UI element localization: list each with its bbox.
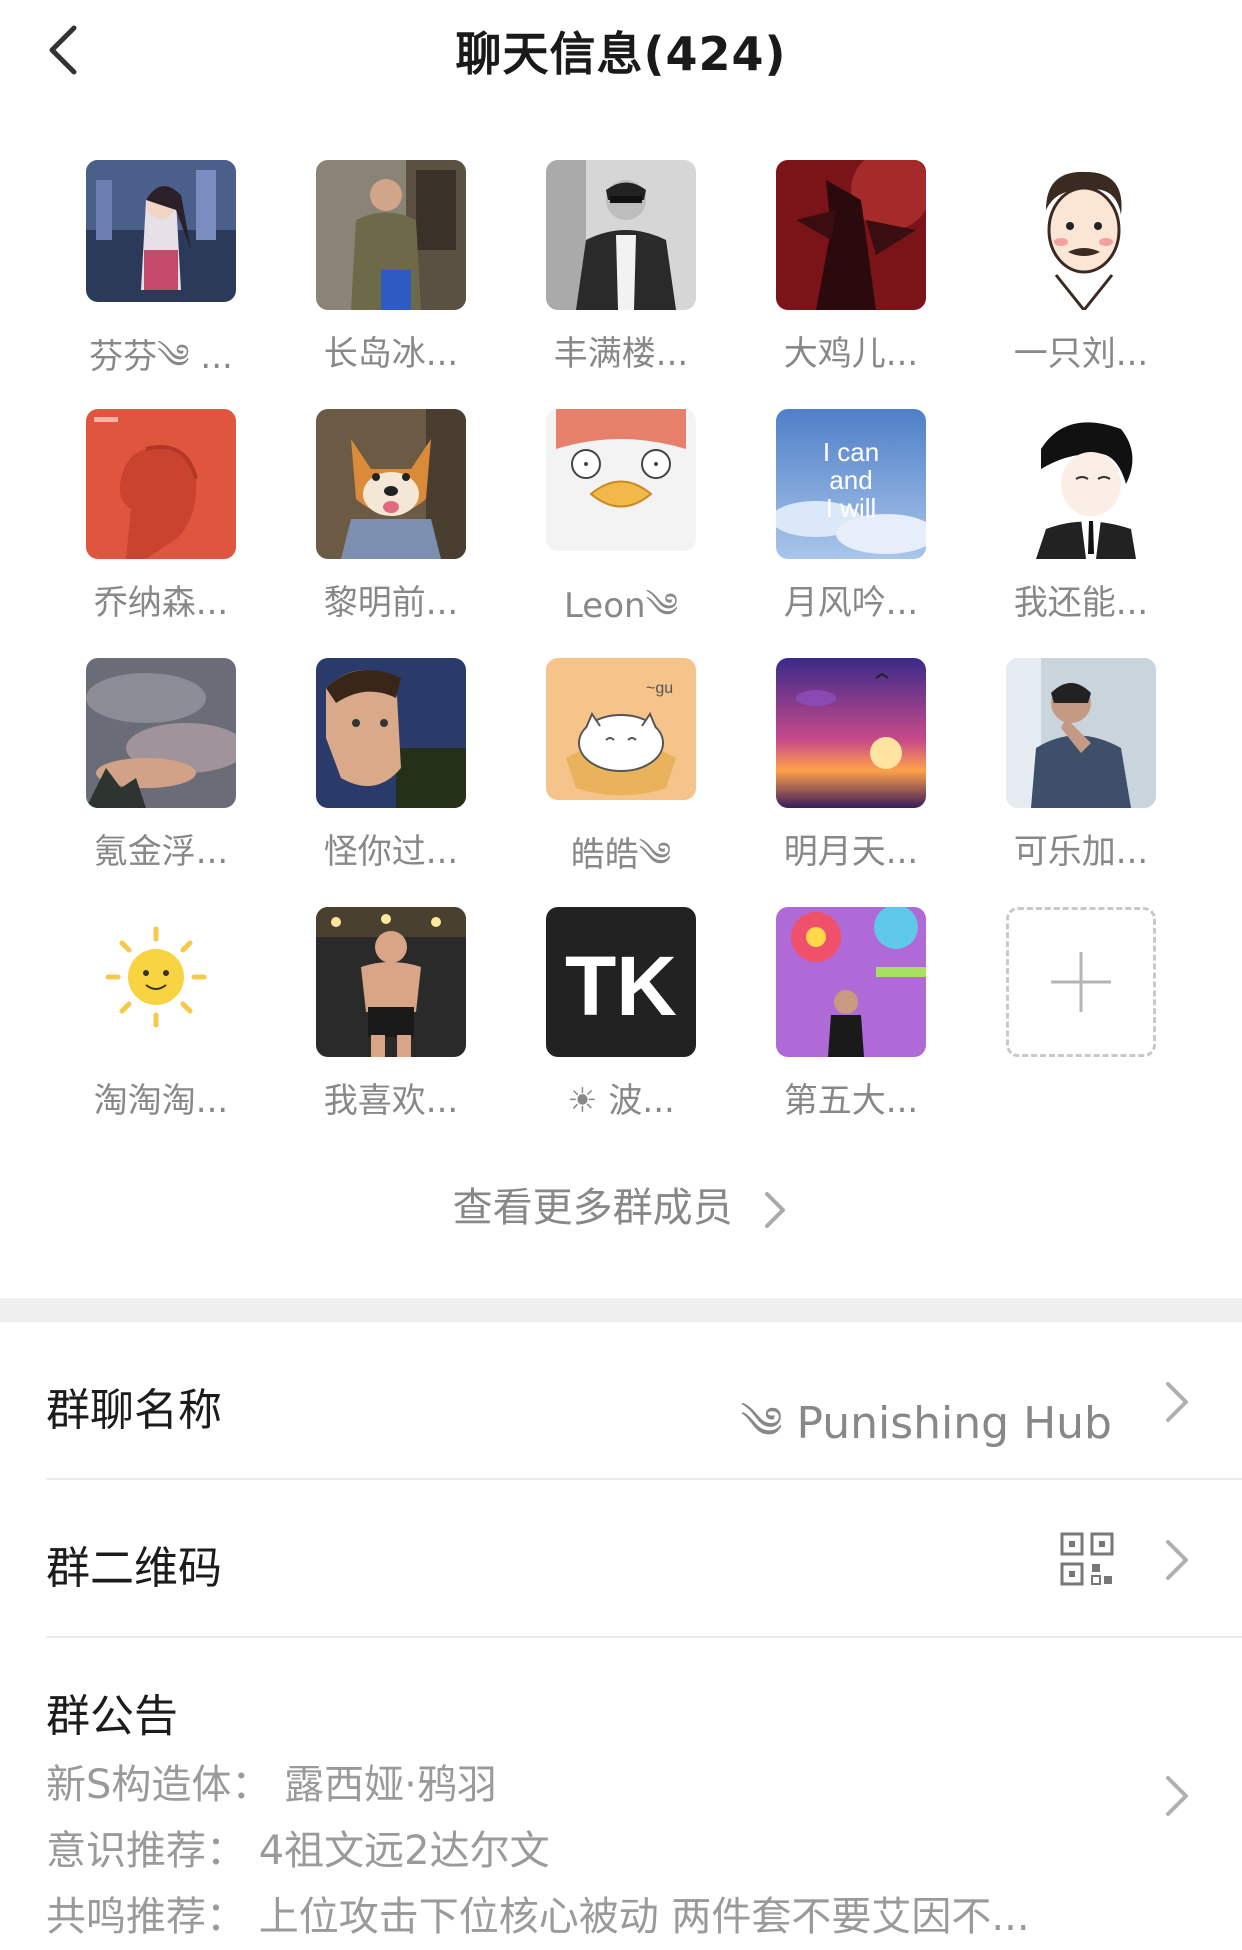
member-item[interactable]: 黎明前... <box>276 409 506 658</box>
chevron-right-icon <box>765 1192 786 1228</box>
chevron-right-icon <box>1166 1540 1188 1580</box>
avatar <box>1006 409 1156 559</box>
member-item[interactable]: TK ☀ 波... <box>506 907 736 1156</box>
avatar <box>546 409 696 552</box>
avatar <box>1006 160 1156 310</box>
avatar <box>316 409 466 559</box>
add-tile[interactable] <box>1006 907 1156 1057</box>
avatar: I can and I will <box>776 409 926 559</box>
member-name: 皓皓༄ <box>570 835 672 876</box>
member-item[interactable]: 一只刘... <box>966 160 1196 409</box>
member-name: 丰满楼... <box>553 334 689 374</box>
member-name: 怪你过... <box>323 832 459 872</box>
member-name: 大鸡儿... <box>783 334 919 374</box>
member-name: 我还能... <box>1013 583 1149 623</box>
member-name: 乔纳森... <box>93 583 229 623</box>
member-item[interactable]: Leon༄ <box>506 409 736 658</box>
notice-line: 新S构造体： 露西娅·鸦羽 <box>46 1762 497 1808</box>
notice-line: 意识推荐： 4祖文远2达尔文 <box>46 1828 550 1874</box>
group-qr-label: 群二维码 <box>46 1543 222 1594</box>
chevron-right-icon <box>1166 1776 1188 1816</box>
avatar <box>776 658 926 808</box>
member-item[interactable]: 氪金浮... <box>46 658 276 907</box>
member-name: 氪金浮... <box>93 832 229 872</box>
view-more-members-link[interactable]: 查看更多群成员 <box>0 1175 1242 1233</box>
member-item[interactable]: 我喜欢... <box>276 907 506 1156</box>
avatar <box>86 160 236 303</box>
chevron-right-icon <box>1166 1382 1188 1422</box>
notice-line: 共鸣推荐： 上位攻击下位核心被动 两件套不要艾因不... <box>46 1894 1030 1940</box>
member-name: 淘淘淘... <box>93 1081 229 1121</box>
member-item[interactable]: 可乐加... <box>966 658 1196 907</box>
avatar <box>316 907 466 1057</box>
avatar <box>86 907 236 1057</box>
avatar: ~gu <box>546 658 696 801</box>
member-item[interactable]: 芬芬༄ ... <box>46 160 276 409</box>
member-item[interactable]: I can and I will 月风吟... <box>736 409 966 658</box>
svg-text:and: and <box>829 465 872 495</box>
member-item[interactable]: 第五大... <box>736 907 966 1156</box>
member-item[interactable]: 乔纳森... <box>46 409 276 658</box>
add-member-button[interactable] <box>966 907 1196 1156</box>
group-name-row[interactable]: 群聊名称 ༄ Punishing Hub <box>0 1322 1242 1480</box>
avatar: TK <box>546 907 696 1057</box>
member-name: 长岛冰... <box>323 334 459 374</box>
member-name: 我喜欢... <box>323 1081 459 1121</box>
member-name: 明月天... <box>783 832 919 872</box>
member-item[interactable]: 我还能... <box>966 409 1196 658</box>
page-title: 聊天信息(424) <box>455 27 787 81</box>
svg-text:I can: I can <box>823 437 879 467</box>
member-item[interactable]: 大鸡儿... <box>736 160 966 409</box>
svg-text:I will: I will <box>826 493 877 523</box>
member-item[interactable]: 丰满楼... <box>506 160 736 409</box>
avatar <box>316 160 466 310</box>
avatar <box>1006 658 1156 808</box>
member-grid: 芬芬༄ ... 长岛冰... 丰满楼... 大鸡儿... 一只刘... 乔纳森.… <box>0 160 1242 1156</box>
member-name: 可乐加... <box>1013 832 1149 872</box>
svg-text:~gu: ~gu <box>646 680 673 697</box>
avatar <box>86 658 236 808</box>
member-name: 芬芬༄ ... <box>89 337 233 378</box>
member-item[interactable]: 淘淘淘... <box>46 907 276 1156</box>
member-name: Leon༄ <box>563 586 679 627</box>
section-separator <box>0 1298 1242 1322</box>
member-name: ☀ 波... <box>567 1081 675 1121</box>
group-notice-row[interactable]: 群公告 新S构造体： 露西娅·鸦羽 意识推荐： 4祖文远2达尔文 共鸣推荐： 上… <box>0 1638 1242 1950</box>
avatar <box>316 658 466 808</box>
chat-info-page: 聊天信息(424) 芬芬༄ ... 长岛冰... 丰满楼... 大鸡儿... 一… <box>0 0 1242 1950</box>
avatar <box>776 160 926 310</box>
group-name-label: 群聊名称 <box>46 1385 222 1436</box>
avatar <box>86 409 236 559</box>
member-name: 黎明前... <box>323 583 459 623</box>
member-name: 第五大... <box>783 1081 919 1121</box>
member-name: 月风吟... <box>783 583 919 623</box>
header: 聊天信息(424) <box>0 0 1242 110</box>
avatar <box>776 907 926 1057</box>
group-qr-row[interactable]: 群二维码 <box>0 1480 1242 1638</box>
member-name: 一只刘... <box>1013 334 1149 374</box>
view-more-label: 查看更多群成员 <box>452 1185 733 1231</box>
member-item[interactable]: 长岛冰... <box>276 160 506 409</box>
group-notice-label: 群公告 <box>46 1691 178 1742</box>
qr-code-icon <box>1060 1532 1114 1586</box>
plus-icon <box>1051 952 1111 1012</box>
member-item[interactable]: ~gu 皓皓༄ <box>506 658 736 907</box>
tk-logo-text: TK <box>565 939 677 1033</box>
avatar <box>546 160 696 310</box>
member-item[interactable]: 怪你过... <box>276 658 506 907</box>
member-item[interactable]: 明月天... <box>736 658 966 907</box>
